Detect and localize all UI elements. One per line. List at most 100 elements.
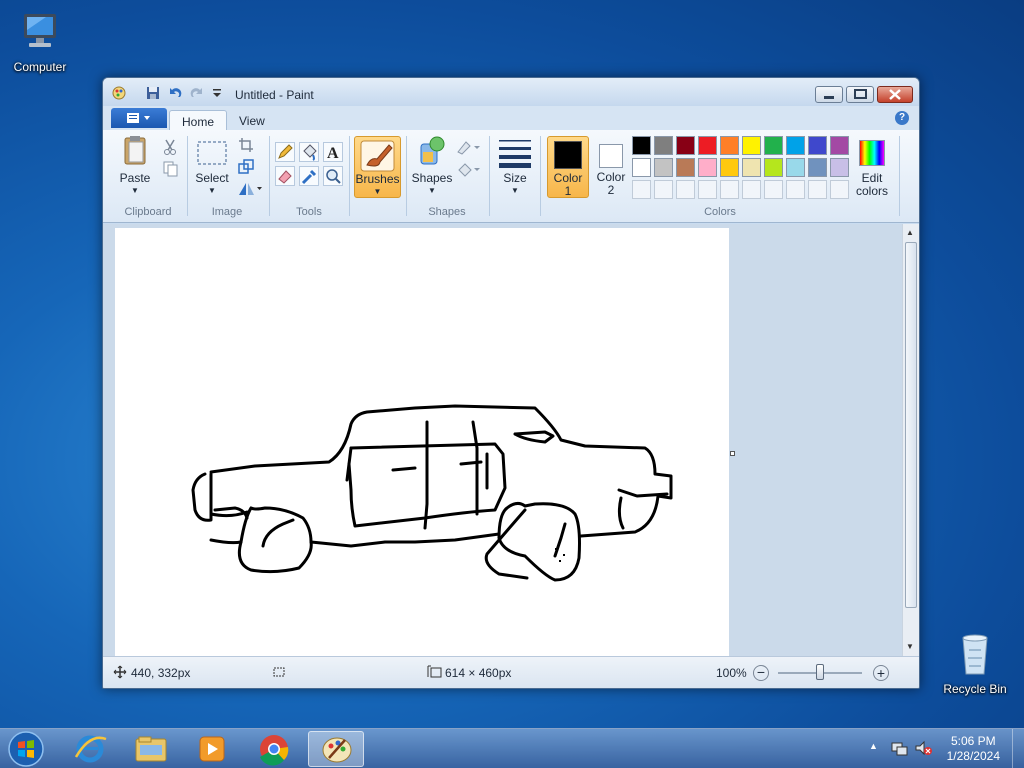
- pencil-tool[interactable]: [275, 142, 295, 162]
- rotate-icon[interactable]: [237, 180, 263, 198]
- shapes-button[interactable]: Shapes ▼: [411, 134, 453, 198]
- cut-icon[interactable]: [161, 138, 179, 156]
- custom-color-slot[interactable]: [764, 180, 783, 199]
- save-icon[interactable]: [145, 85, 161, 101]
- close-button[interactable]: [877, 86, 913, 103]
- palette-swatch[interactable]: [786, 136, 805, 155]
- taskbar-file-explorer[interactable]: [124, 731, 180, 767]
- ribbon-separator: [269, 136, 270, 216]
- custom-color-slot[interactable]: [676, 180, 695, 199]
- palette-swatch[interactable]: [720, 136, 739, 155]
- brushes-button[interactable]: Brushes ▼: [354, 136, 401, 198]
- show-hidden-icons-icon[interactable]: ▲: [869, 741, 878, 751]
- custom-color-slot[interactable]: [720, 180, 739, 199]
- palette-swatch[interactable]: [742, 136, 761, 155]
- colors-group-label: Colors: [704, 206, 736, 218]
- palette-swatch[interactable]: [764, 136, 783, 155]
- pencil-icon: [278, 144, 293, 159]
- custom-color-slot[interactable]: [786, 180, 805, 199]
- palette-swatch[interactable]: [720, 158, 739, 177]
- select-button[interactable]: Select ▼: [191, 134, 233, 198]
- network-icon[interactable]: [890, 739, 908, 760]
- paste-button[interactable]: Paste ▼: [113, 134, 157, 198]
- desktop-icon-computer[interactable]: Computer: [2, 8, 78, 74]
- palette-swatch[interactable]: [742, 158, 761, 177]
- magnifier-tool[interactable]: [323, 166, 343, 186]
- custom-color-slot[interactable]: [654, 180, 673, 199]
- scroll-down-icon[interactable]: ▼: [906, 642, 914, 651]
- custom-color-slot[interactable]: [808, 180, 827, 199]
- maximize-button[interactable]: [846, 86, 874, 103]
- taskbar-paint[interactable]: [308, 731, 364, 767]
- paint-app-icon[interactable]: [111, 85, 127, 101]
- fill-bucket-icon: [303, 144, 317, 161]
- start-button[interactable]: [6, 730, 46, 768]
- color1-label-line2: 1: [564, 184, 572, 198]
- paint-window: Untitled - Paint Home View ? Paste ▼ Cli…: [102, 77, 920, 689]
- palette-swatch[interactable]: [632, 136, 651, 155]
- zoom-slider-thumb[interactable]: [816, 664, 824, 680]
- taskbar-internet-explorer[interactable]: [62, 731, 118, 767]
- outline-icon[interactable]: [455, 138, 481, 156]
- customize-qat-chevron-icon[interactable]: [209, 85, 225, 101]
- palette-swatch[interactable]: [830, 158, 849, 177]
- redo-icon[interactable]: [189, 85, 205, 101]
- zoom-level: 100%: [716, 666, 747, 680]
- fill-tool[interactable]: [299, 142, 319, 162]
- brushes-chevron-icon: ▼: [373, 187, 382, 196]
- color2-button[interactable]: Color 2: [591, 136, 631, 198]
- eraser-tool[interactable]: [275, 166, 295, 186]
- custom-color-slot[interactable]: [698, 180, 717, 199]
- internet-explorer-icon: [74, 735, 107, 763]
- text-tool[interactable]: A: [323, 142, 343, 162]
- palette-swatch[interactable]: [786, 158, 805, 177]
- palette-swatch[interactable]: [830, 136, 849, 155]
- size-button[interactable]: Size ▼: [495, 134, 535, 198]
- ribbon-separator: [540, 136, 541, 216]
- taskbar-media-player[interactable]: [184, 731, 240, 767]
- fill-icon[interactable]: [455, 160, 481, 178]
- palette-swatch[interactable]: [676, 136, 695, 155]
- system-clock[interactable]: 5:06 PM 1/28/2024: [947, 734, 1000, 764]
- color-picker-tool[interactable]: [299, 166, 319, 186]
- scroll-thumb[interactable]: [905, 242, 917, 608]
- undo-icon[interactable]: [167, 85, 183, 101]
- tab-home[interactable]: Home: [169, 110, 228, 130]
- palette-swatch[interactable]: [698, 136, 717, 155]
- palette-swatch[interactable]: [654, 158, 673, 177]
- zoom-in-button[interactable]: +: [873, 665, 889, 681]
- vertical-scrollbar[interactable]: ▲ ▼: [902, 224, 919, 656]
- desktop-icon-recycle-bin[interactable]: Recycle Bin: [937, 630, 1013, 696]
- volume-muted-icon[interactable]: [914, 739, 932, 760]
- copy-icon[interactable]: [161, 160, 179, 178]
- edit-colors-label-line2: colors: [855, 184, 888, 198]
- scroll-up-icon[interactable]: ▲: [906, 228, 914, 237]
- title-bar[interactable]: Untitled - Paint: [103, 78, 919, 106]
- palette-swatch[interactable]: [808, 136, 827, 155]
- palette-swatch[interactable]: [764, 158, 783, 177]
- tab-view[interactable]: View: [227, 110, 277, 130]
- custom-color-slot[interactable]: [742, 180, 761, 199]
- palette-swatch[interactable]: [676, 158, 695, 177]
- palette-swatch[interactable]: [632, 158, 651, 177]
- crop-icon[interactable]: [237, 136, 255, 154]
- drawing-canvas[interactable]: [115, 228, 729, 656]
- recycle-bin-icon: [951, 630, 999, 678]
- zoom-out-button[interactable]: −: [753, 665, 769, 681]
- palette-swatch[interactable]: [808, 158, 827, 177]
- custom-color-slot[interactable]: [632, 180, 651, 199]
- palette-swatch[interactable]: [654, 136, 673, 155]
- palette-swatch[interactable]: [698, 158, 717, 177]
- taskbar-chrome[interactable]: [246, 731, 302, 767]
- color-palette: [632, 136, 856, 202]
- resize-icon[interactable]: [237, 158, 255, 176]
- folder-icon: [135, 736, 167, 762]
- minimize-button[interactable]: [815, 86, 843, 103]
- color1-button[interactable]: Color 1: [547, 136, 589, 198]
- help-icon[interactable]: ?: [895, 111, 909, 125]
- custom-color-slot[interactable]: [830, 180, 849, 199]
- canvas-resize-handle[interactable]: [730, 451, 735, 456]
- paint-menu-button[interactable]: [111, 108, 167, 128]
- show-desktop-button[interactable]: [1012, 729, 1024, 768]
- edit-colors-button[interactable]: Edit colors: [851, 136, 893, 198]
